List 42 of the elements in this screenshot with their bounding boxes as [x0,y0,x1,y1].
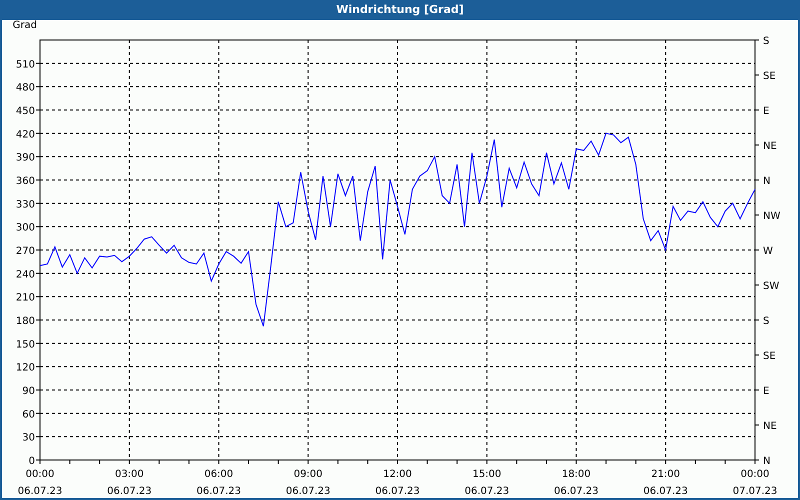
y-tick-label: 180 [16,316,35,327]
x-tick-label: 00:00 07.07.23 [732,469,778,497]
direction-label: NW [763,211,780,222]
y-tick-label: 390 [16,152,35,164]
y-tick-label: 510 [16,59,35,70]
x-tick-label: 00:00 06.07.23 [18,469,62,497]
direction-label: SE [763,71,776,82]
direction-label: E [763,106,770,117]
y-tick-label: 30 [22,432,35,444]
y-tick-label: 300 [16,222,35,234]
direction-label: NE [763,421,777,432]
direction-label: N [763,456,770,467]
x-tick-label: 15:00 06.07.23 [464,469,510,497]
y-axis-title: Grad [12,20,37,31]
y-tick-label: 330 [16,199,35,210]
y-tick-label: 210 [16,292,35,304]
y-tick-label: 60 [22,409,35,420]
x-tick-label: 12:00 06.07.23 [375,469,420,497]
direction-label: SE [763,351,776,362]
y-tick-label: 150 [16,339,35,350]
x-tick-label: 09:00 06.07.23 [286,469,330,497]
y-tick-label: 450 [16,106,35,117]
y-tick-label: 90 [22,386,35,397]
y-tick-label: 360 [16,176,35,187]
y-tick-label: 420 [16,129,35,140]
y-tick-label: 480 [16,82,35,94]
direction-label: S [763,36,770,47]
y-tick-label: 0 [28,456,35,467]
y-tick-label: 240 [16,269,35,280]
x-tick-label: 06:00 06.07.23 [196,469,242,497]
direction-label: SW [763,281,780,292]
direction-label: N [763,176,770,187]
x-tick-label: 18:00 06.07.23 [554,469,599,497]
direction-label: W [763,246,773,257]
direction-label: NE [763,141,777,152]
x-tick-label: 21:00 06.07.23 [643,469,688,497]
window-title: Windrichtung [Grad] [2,0,798,20]
direction-label: S [763,316,770,327]
x-tick-label: 03:00 06.07.23 [107,469,152,497]
y-tick-label: 270 [16,246,35,257]
direction-label: E [763,386,770,397]
y-tick-label: 120 [16,362,35,374]
